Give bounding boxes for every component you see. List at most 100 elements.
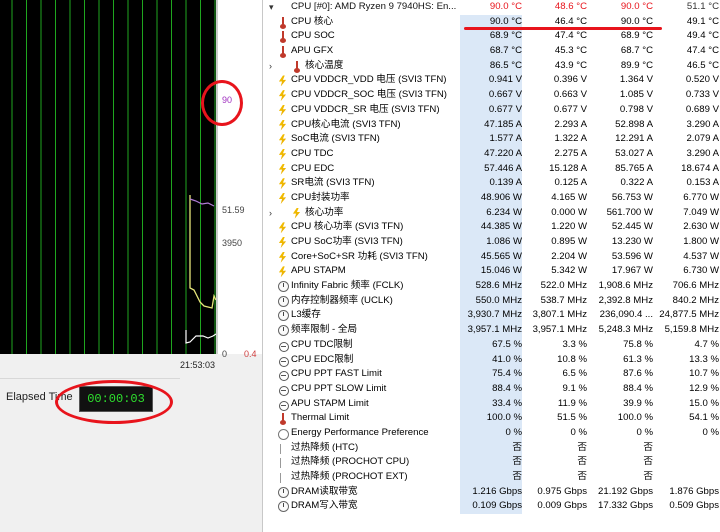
value-max: 17.332 Gbps (598, 500, 653, 512)
value-current: 0.941 V (460, 73, 522, 89)
sensor-label: CPU SoC功率 (SVI3 TFN) (291, 236, 403, 247)
sensor-row[interactable]: › 核心温度 86.5 °C 43.9 °C 89.9 °C 46.5 °C (263, 58, 720, 74)
value-avg: 0.153 A (686, 177, 719, 189)
value-current: 3,957.1 MHz (460, 323, 522, 338)
value-max: 561.700 W (606, 206, 653, 218)
sensor-row[interactable]: 频率限制 - 全局 3,957.1 MHz 3,957.1 MHz 5,248.3 M… (263, 323, 720, 338)
sensor-row[interactable]: CPU PPT FAST Limit 75.4 % 6.5 % 87.6 % 10.7 … (263, 367, 720, 382)
value-max: 0.798 V (619, 103, 653, 115)
sensor-row[interactable]: › 核心功率 6.234 W 0.000 W 561.700 W 7.049 W (263, 205, 720, 221)
sensor-row[interactable]: CPU核心电流 (SVI3 TFN) 47.185 A 2.293 A 52.898 … (263, 117, 720, 133)
value-min: 43.9 °C (554, 59, 587, 71)
chevron-down-icon[interactable]: ▾ (269, 0, 277, 15)
clock-icon (278, 325, 289, 337)
value-max: 1.364 V (619, 74, 653, 86)
sensor-row[interactable]: Thermal Limit 100.0 % 51.5 % 100.0 % 54.1 % (263, 411, 720, 426)
graph-label-right: 0.4 (244, 349, 257, 359)
value-avg: 49.1 °C (686, 15, 719, 27)
volt-icon (278, 105, 288, 116)
sensor-row[interactable]: APU STAPM 15.046 W 5.342 W 17.967 W 6.730 W (263, 264, 720, 280)
value-avg: 0.520 V (685, 74, 719, 86)
temp-icon (278, 31, 288, 44)
value-current: 528.6 MHz (460, 279, 522, 294)
sensor-row[interactable]: CPU VDDCR_SR 电压 (SVI3 TFN) 0.677 V 0.677 V… (263, 102, 720, 118)
value-avg: 0 % (702, 426, 719, 438)
value-max: 53.027 A (615, 147, 653, 159)
sensor-row[interactable]: CPU VDDCR_SOC 电压 (SVI3 TFN) 0.667 V 0.663 … (263, 88, 720, 103)
value-max: 0 % (636, 426, 653, 438)
sensor-row[interactable]: Core+SoC+SR 功耗 (SVI3 TFN) 45.565 W 2.204 W… (263, 249, 720, 265)
sensor-label: CPU核心电流 (SVI3 TFN) (291, 118, 401, 130)
sensor-row[interactable]: 过热降频 (HTC) 否 否 否 (263, 440, 720, 456)
sensor-row[interactable]: DRAM写入带宽 0.109 Gbps 0.009 Gbps 17.332 Gbps 0… (263, 499, 720, 515)
sensor-row[interactable]: CPU EDC 57.446 A 15.128 A 85.765 A 18.674 A (263, 161, 720, 177)
chevron-right-icon[interactable]: › (269, 59, 277, 74)
volt-icon (278, 252, 288, 263)
sensor-row[interactable]: CPU PPT SLOW Limit 88.4 % 9.1 % 88.4 % 12.9 … (263, 381, 720, 397)
value-avg: 1.876 Gbps (669, 485, 719, 497)
sensor-row[interactable]: L3缓存 3,930.7 MHz 3,807.1 MHz 236,090.4 ... 2… (263, 308, 720, 324)
chevron-right-icon[interactable]: › (269, 206, 277, 221)
sensor-row[interactable]: DRAM读取带宽 1.216 Gbps 0.975 Gbps 21.192 Gbps 1… (263, 484, 720, 500)
sensor-group-header[interactable]: ▾ CPU [#0]: AMD Ryzen 9 7940HS: En... 90.0… (263, 0, 720, 15)
sensor-row[interactable]: 过热降频 (PROCHOT CPU) 否 否 否 (263, 455, 720, 471)
value-avg: 49.4 °C (686, 30, 719, 42)
sensor-label: APU GFX (291, 45, 334, 57)
sensor-rows: ▾ CPU [#0]: AMD Ryzen 9 7940HS: En... 90.0… (263, 0, 720, 515)
bar-icon (278, 384, 289, 396)
sensor-row[interactable]: Energy Performance Preference 0 % 0 % 0 % 0 … (263, 425, 720, 441)
value-min: 3.3 % (562, 338, 587, 350)
none-icon (278, 443, 288, 454)
value-min: 2.293 A (554, 118, 587, 130)
sensor-row[interactable]: CPU TDC 47.220 A 2.275 A 53.027 A 3.290 A (263, 146, 720, 162)
sensor-label: Infinity Fabric 频率 (FCLK) (291, 280, 404, 292)
value-max: 61.3 % (623, 353, 653, 365)
value-max: 52.445 W (611, 221, 653, 233)
sensor-row[interactable]: CPU SoC功率 (SVI3 TFN) 1.086 W 0.895 W 13.230… (263, 235, 720, 250)
sensor-row[interactable]: 内存控制器频率 (UCLK) 550.0 MHz 538.7 MHz 2,392.8 … (263, 293, 720, 309)
sensor-label: Thermal Limit (291, 412, 350, 424)
sensor-label: Core+SoC+SR 功耗 (SVI3 TFN) (291, 250, 428, 262)
sensor-row[interactable]: CPU EDC限制 41.0 % 10.8 % 61.3 % 13.3 % (263, 352, 720, 368)
value-min: 1.220 W (551, 221, 587, 233)
graph-plot-area (0, 0, 216, 354)
volt-icon (278, 266, 288, 277)
sensor-label: CPU封装功率 (291, 191, 350, 203)
sensor-label: CPU EDC限制 (291, 353, 354, 365)
highlight-ring-peak (201, 80, 243, 126)
value-min: 3,807.1 MHz (532, 309, 587, 321)
value-avg: 24,877.5 MHz (659, 309, 719, 321)
sensor-label: 频率限制 - 全局 (291, 324, 358, 336)
value-current: 0.677 V (460, 102, 522, 118)
sensor-row[interactable]: CPU SOC 68.9 °C 47.4 °C 68.9 °C 49.4 °C (263, 29, 720, 45)
sensor-row[interactable]: SoC电流 (SVI3 TFN) 1.577 A 1.322 A 12.291 A 2.… (263, 132, 720, 147)
sensor-table[interactable]: ▾ CPU [#0]: AMD Ryzen 9 7940HS: En... 90.0… (262, 0, 720, 532)
value-max: 85.765 A (615, 162, 653, 174)
sensor-row[interactable]: APU STAPM Limit 33.4 % 11.9 % 39.9 % 15.0 % (263, 396, 720, 412)
sensor-row[interactable]: CPU 核心功率 (SVI3 TFN) 44.385 W 1.220 W 52.445… (263, 220, 720, 236)
sensor-row[interactable]: CPU封装功率 48.906 W 4.165 W 56.753 W 6.770 W (263, 190, 720, 206)
value-min: 51.5 % (557, 412, 587, 424)
value-avg: 54.1 % (689, 412, 719, 424)
sensor-label: CPU VDDCR_SR 电压 (SVI3 TFN) (291, 103, 440, 115)
value-max: 68.7 °C (620, 45, 653, 57)
value-avg: 4.537 W (683, 250, 719, 262)
temp-icon (292, 60, 302, 73)
value-avg: 47.4 °C (686, 45, 719, 57)
temp-icon (278, 413, 288, 426)
value-avg: 10.7 % (689, 368, 719, 380)
value-max: 5,248.3 MHz (598, 324, 653, 336)
sensor-row[interactable]: CPU TDC限制 67.5 % 3.3 % 75.8 % 4.7 % (263, 337, 720, 353)
value-current: 90.0 °C (489, 1, 522, 12)
sensor-row[interactable]: APU GFX 68.7 °C 45.3 °C 68.7 °C 47.4 °C (263, 44, 720, 59)
value-avg: 3.290 A (686, 118, 719, 130)
value-avg: 46.5 °C (686, 59, 719, 71)
sensor-row[interactable]: 过热降频 (PROCHOT EXT) 否 否 否 (263, 470, 720, 485)
sensor-label: CPU SOC (291, 30, 335, 42)
value-current: 3,930.7 MHz (460, 308, 522, 324)
sensor-row[interactable]: SR电流 (SVI3 TFN) 0.139 A 0.125 A 0.322 A 0.15… (263, 176, 720, 191)
sensor-row[interactable]: CPU VDDCR_VDD 电压 (SVI3 TFN) 0.941 V 0.396 … (263, 73, 720, 89)
sensor-label: CPU EDC (291, 162, 335, 174)
value-min: 11.9 % (557, 397, 587, 409)
sensor-row[interactable]: Infinity Fabric 频率 (FCLK) 528.6 MHz 522.0 … (263, 279, 720, 294)
